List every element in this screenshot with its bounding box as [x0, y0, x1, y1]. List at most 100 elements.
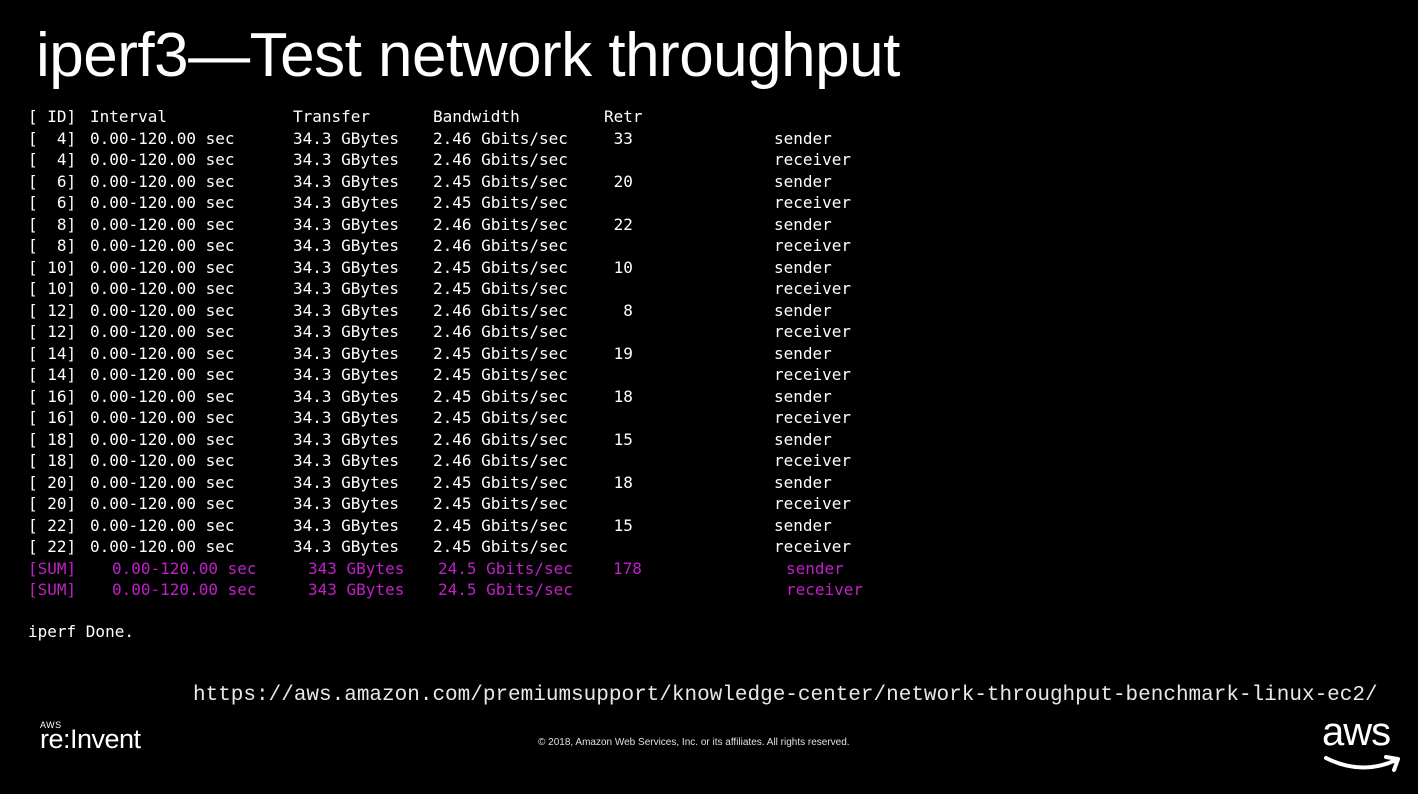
cell-bandwidth: 2.46 Gbits/sec	[433, 322, 568, 341]
table-row: [ 22] 0.00-120.00 sec 34.3 GBytes 2.45 Gbit…	[28, 515, 832, 537]
table-row: [ 18] 0.00-120.00 sec 34.3 GBytes 2.46 Gbit…	[28, 429, 832, 451]
table-row: [ 6] 0.00-120.00 sec 34.3 GBytes 2.45 Gbits…	[28, 171, 832, 193]
cell-role: sender	[774, 257, 832, 277]
cell-bandwidth: 2.46 Gbits/sec	[433, 214, 568, 234]
header-interval: Interval	[90, 107, 168, 126]
cell-bandwidth: 24.5 Gbits/sec	[438, 580, 573, 599]
cell-retr: 15	[604, 515, 633, 535]
cell-id: [SUM]	[28, 580, 77, 599]
cell-bandwidth: 2.45 Gbits/sec	[433, 408, 568, 427]
cell-bandwidth: 2.45 Gbits/sec	[433, 386, 568, 406]
cell-interval: 0.00-120.00 sec	[90, 128, 235, 148]
cell-role: sender	[786, 558, 844, 578]
cell-bandwidth: 2.46 Gbits/sec	[433, 300, 568, 320]
header-retr: Retr	[604, 107, 643, 126]
cell-interval: 0.00-120.00 sec	[90, 472, 235, 492]
cell-transfer: 34.3 GBytes	[293, 322, 399, 341]
cell-transfer: 34.3 GBytes	[293, 537, 399, 556]
cell-role: receiver	[774, 408, 852, 427]
cell-interval: 0.00-120.00 sec	[90, 494, 235, 513]
cell-role: sender	[774, 300, 832, 320]
slide: iperf3—Test network throughput [ ID] Int…	[0, 0, 1418, 794]
table-row: [ 4] 0.00-120.00 sec 34.3 GBytes 2.46 Gbits…	[28, 128, 832, 150]
cell-role: receiver	[774, 494, 852, 513]
cell-retr: 20	[604, 171, 633, 191]
table-row: [ 16] 0.00-120.00 sec 34.3 GBytes 2.45 Gbit…	[28, 407, 851, 429]
slide-title: iperf3—Test network throughput	[36, 21, 900, 90]
cell-bandwidth: 2.46 Gbits/sec	[433, 429, 568, 449]
cell-bandwidth: 2.46 Gbits/sec	[433, 150, 568, 169]
cell-id: [ 18]	[28, 429, 77, 449]
cell-role: receiver	[774, 537, 852, 556]
cell-retr: 19	[604, 343, 633, 363]
cell-id: [ 6]	[28, 193, 77, 212]
cell-interval: 0.00-120.00 sec	[90, 451, 235, 470]
cell-bandwidth: 2.45 Gbits/sec	[433, 515, 568, 535]
cell-transfer: 343 GBytes	[308, 580, 405, 599]
cell-role: receiver	[774, 150, 852, 169]
cell-retr: 10	[604, 257, 633, 277]
table-row: [ 6] 0.00-120.00 sec 34.3 GBytes 2.45 Gbits…	[28, 192, 851, 214]
cell-role: sender	[774, 343, 832, 363]
cell-transfer: 34.3 GBytes	[293, 279, 399, 298]
table-row: [ 14] 0.00-120.00 sec 34.3 GBytes 2.45 Gbit…	[28, 364, 851, 386]
cell-transfer: 34.3 GBytes	[293, 494, 399, 513]
cell-interval: 0.00-120.00 sec	[90, 408, 235, 427]
cell-role: sender	[774, 386, 832, 406]
cell-bandwidth: 2.46 Gbits/sec	[433, 451, 568, 470]
cell-role: receiver	[786, 580, 864, 599]
cell-interval: 0.00-120.00 sec	[90, 365, 235, 384]
cell-id: [ 20]	[28, 494, 77, 513]
table-row: [ 4] 0.00-120.00 sec 34.3 GBytes 2.46 Gbits…	[28, 149, 851, 171]
cell-id: [ 16]	[28, 386, 77, 406]
cell-interval: 0.00-120.00 sec	[90, 257, 235, 277]
cell-retr: 33	[604, 128, 633, 148]
cell-role: receiver	[774, 236, 852, 255]
cell-bandwidth: 2.45 Gbits/sec	[433, 257, 568, 277]
cell-id: [ 14]	[28, 365, 77, 384]
cell-interval: 0.00-120.00 sec	[112, 558, 257, 578]
cell-role: sender	[774, 472, 832, 492]
cell-transfer: 343 GBytes	[308, 558, 405, 578]
data-rows: [ 4] 0.00-120.00 sec 34.3 GBytes 2.46 Gbits…	[28, 128, 863, 601]
cell-bandwidth: 2.45 Gbits/sec	[433, 472, 568, 492]
cell-transfer: 34.3 GBytes	[293, 343, 399, 363]
cell-transfer: 34.3 GBytes	[293, 128, 399, 148]
cell-id: [ 10]	[28, 257, 77, 277]
cell-interval: 0.00-120.00 sec	[90, 300, 235, 320]
cell-id: [ 8]	[28, 214, 77, 234]
cell-bandwidth: 2.46 Gbits/sec	[433, 236, 568, 255]
cell-role: sender	[774, 429, 832, 449]
terminal-output: [ ID] Interval Transfer Bandwidth Retr […	[28, 106, 863, 601]
cell-bandwidth: 2.45 Gbits/sec	[433, 171, 568, 191]
cell-id: [ 4]	[28, 150, 77, 169]
cell-id: [ 16]	[28, 408, 77, 427]
cell-role: sender	[774, 128, 832, 148]
cell-id: [ 14]	[28, 343, 77, 363]
aws-logo: aws	[1322, 710, 1406, 778]
cell-transfer: 34.3 GBytes	[293, 472, 399, 492]
cell-role: receiver	[774, 279, 852, 298]
cell-interval: 0.00-120.00 sec	[90, 386, 235, 406]
sum-row: [SUM] 0.00-120.00 sec 343 GBytes 24.5 Gbits…	[28, 579, 863, 601]
cell-role: receiver	[774, 322, 852, 341]
cell-id: [ 10]	[28, 279, 77, 298]
cell-id: [ 12]	[28, 322, 77, 341]
cell-id: [ 22]	[28, 515, 77, 535]
cell-interval: 0.00-120.00 sec	[90, 322, 235, 341]
cell-interval: 0.00-120.00 sec	[90, 236, 235, 255]
cell-id: [ 4]	[28, 128, 77, 148]
cell-interval: 0.00-120.00 sec	[90, 429, 235, 449]
cell-id: [ 20]	[28, 472, 77, 492]
cell-role: sender	[774, 214, 832, 234]
cell-transfer: 34.3 GBytes	[293, 236, 399, 255]
cell-interval: 0.00-120.00 sec	[90, 515, 235, 535]
cell-bandwidth: 2.45 Gbits/sec	[433, 494, 568, 513]
cell-transfer: 34.3 GBytes	[293, 365, 399, 384]
table-row: [ 8] 0.00-120.00 sec 34.3 GBytes 2.46 Gbits…	[28, 235, 851, 257]
cell-interval: 0.00-120.00 sec	[90, 279, 235, 298]
cell-role: sender	[774, 171, 832, 191]
cell-bandwidth: 2.46 Gbits/sec	[433, 128, 568, 148]
reference-url: https://aws.amazon.com/premiumsupport/kn…	[193, 684, 1378, 707]
cell-transfer: 34.3 GBytes	[293, 300, 399, 320]
